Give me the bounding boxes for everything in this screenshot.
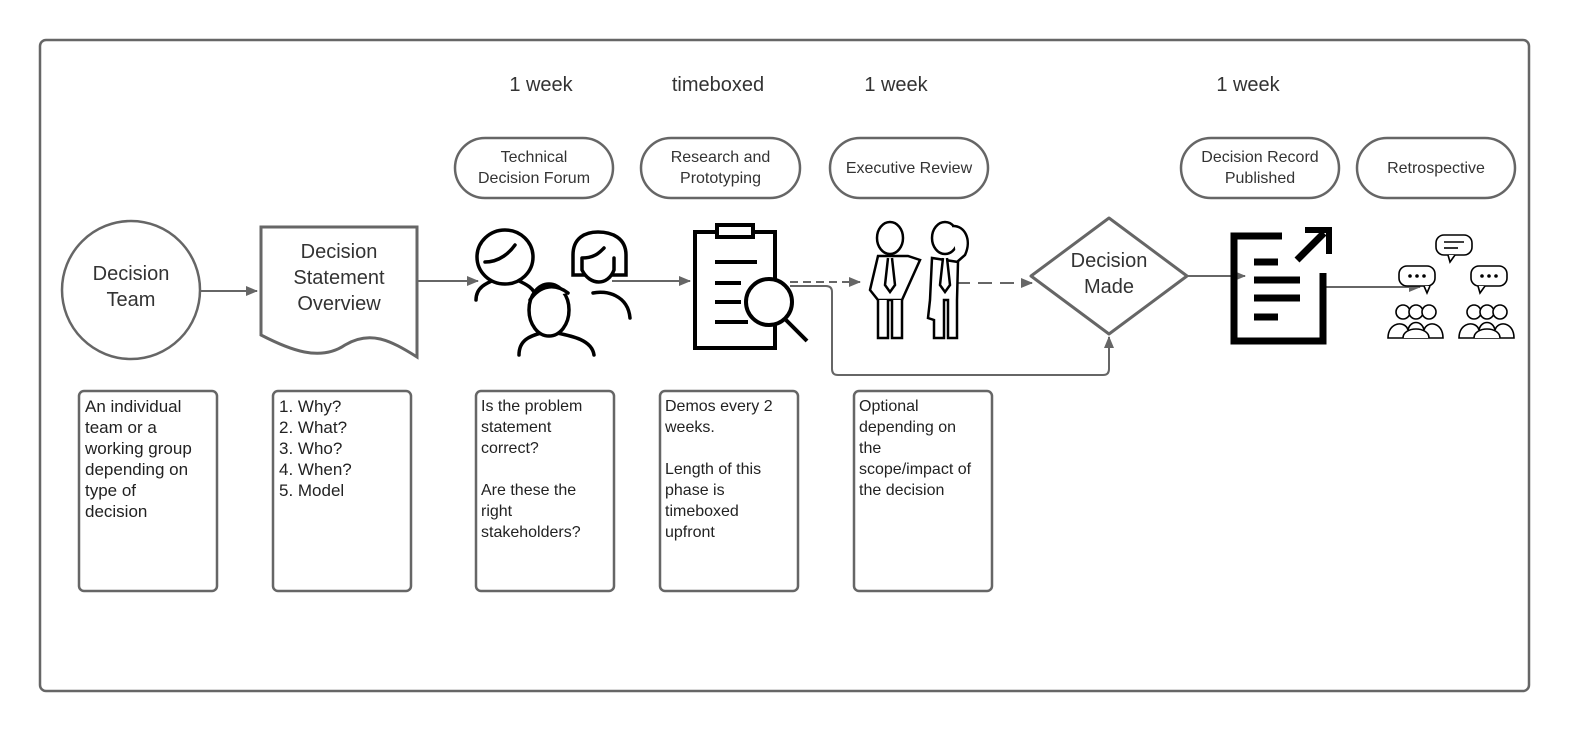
note-line: working group <box>85 439 192 458</box>
phase-label-record: Decision Record Published <box>1181 138 1339 198</box>
node-line: Team <box>106 289 156 311</box>
phase-line: Retrospective <box>1387 159 1485 177</box>
note-tdf: Is the problem statement correct? Are these… <box>481 396 611 543</box>
note-line: scope/impact of <box>859 461 972 478</box>
phase-label-retro: Retrospective <box>1357 138 1515 198</box>
note-research: Demos every 2 weeks. Length of this phase i… <box>665 396 795 543</box>
phase-label-research: Research and Prototyping <box>641 138 800 198</box>
team-discussion-icon <box>1387 234 1515 339</box>
note-line: team or a <box>85 418 157 437</box>
note-line: 3. Who? <box>279 439 343 458</box>
note-line: phase is <box>665 482 725 499</box>
node-line: Overview <box>297 293 381 315</box>
duration-tdf: 1 week <box>509 74 573 96</box>
note-line: 1. Why? <box>279 397 342 416</box>
phase-line: Research and <box>670 149 771 166</box>
note-line: Is the problem <box>481 398 583 415</box>
phase-line: Prototyping <box>680 170 761 187</box>
duration-record: 1 week <box>1216 74 1280 96</box>
note-line <box>665 438 795 459</box>
decision-made-label: Decision Made <box>1039 248 1179 300</box>
decision-statement-label: Decision Statement Overview <box>261 239 417 317</box>
note-line: the <box>859 440 882 457</box>
note-line: stakeholders? <box>481 524 581 541</box>
note-line: statement <box>481 419 552 436</box>
note-line <box>481 459 611 480</box>
note-line: type of <box>85 481 137 500</box>
note-line: depending on <box>859 419 956 436</box>
phase-line: Technical <box>500 149 568 166</box>
node-line: Decision <box>300 241 378 263</box>
duration-exec: 1 week <box>864 74 928 96</box>
note-line: Are these the <box>481 482 577 499</box>
note-line: weeks. <box>665 419 715 436</box>
note-exec: Optional depending on the scope/impact of th… <box>859 396 989 501</box>
note-line: 5. Model <box>279 481 345 500</box>
note-line: correct? <box>481 440 539 457</box>
note-line: decision <box>85 502 148 521</box>
note-line: An individual <box>85 397 182 416</box>
note-line: Length of this <box>665 461 762 478</box>
note-line: 4. When? <box>279 460 352 479</box>
note-line: right <box>481 503 513 520</box>
executives-icon <box>868 220 969 340</box>
note-line: depending on <box>85 460 189 479</box>
note-line: upfront <box>665 524 715 541</box>
note-line: Demos every 2 <box>665 398 773 415</box>
people-group-icon <box>474 228 632 357</box>
node-line: Made <box>1083 276 1135 298</box>
document-published-icon <box>1230 227 1332 345</box>
node-line: Decision <box>1070 250 1148 272</box>
node-line: Decision <box>92 263 170 285</box>
note-line: Optional <box>859 398 919 415</box>
duration-research: timeboxed <box>671 74 765 96</box>
note-line: timeboxed <box>665 503 739 520</box>
phase-line: Decision Forum <box>477 170 591 187</box>
node-line: Statement <box>293 267 385 289</box>
phase-label-exec: Executive Review <box>830 138 988 198</box>
note-statement: 1. Why? 2. What? 3. Who? 4. When? 5. Model <box>279 396 409 501</box>
phase-line: Published <box>1224 170 1296 187</box>
phase-label-tdf: Technical Decision Forum <box>455 138 613 198</box>
diagram-canvas <box>38 38 1531 693</box>
decision-team-label: Decision Team <box>61 261 201 313</box>
note-line: 2. What? <box>279 418 348 437</box>
note-team: An individual team or a working group depen… <box>85 396 215 522</box>
decision-process-diagram: 1 week timeboxed 1 week 1 week Technical… <box>0 0 1587 740</box>
note-line: the decision <box>859 482 945 499</box>
phase-line: Decision Record <box>1201 149 1319 166</box>
phase-line: Executive Review <box>845 159 973 177</box>
